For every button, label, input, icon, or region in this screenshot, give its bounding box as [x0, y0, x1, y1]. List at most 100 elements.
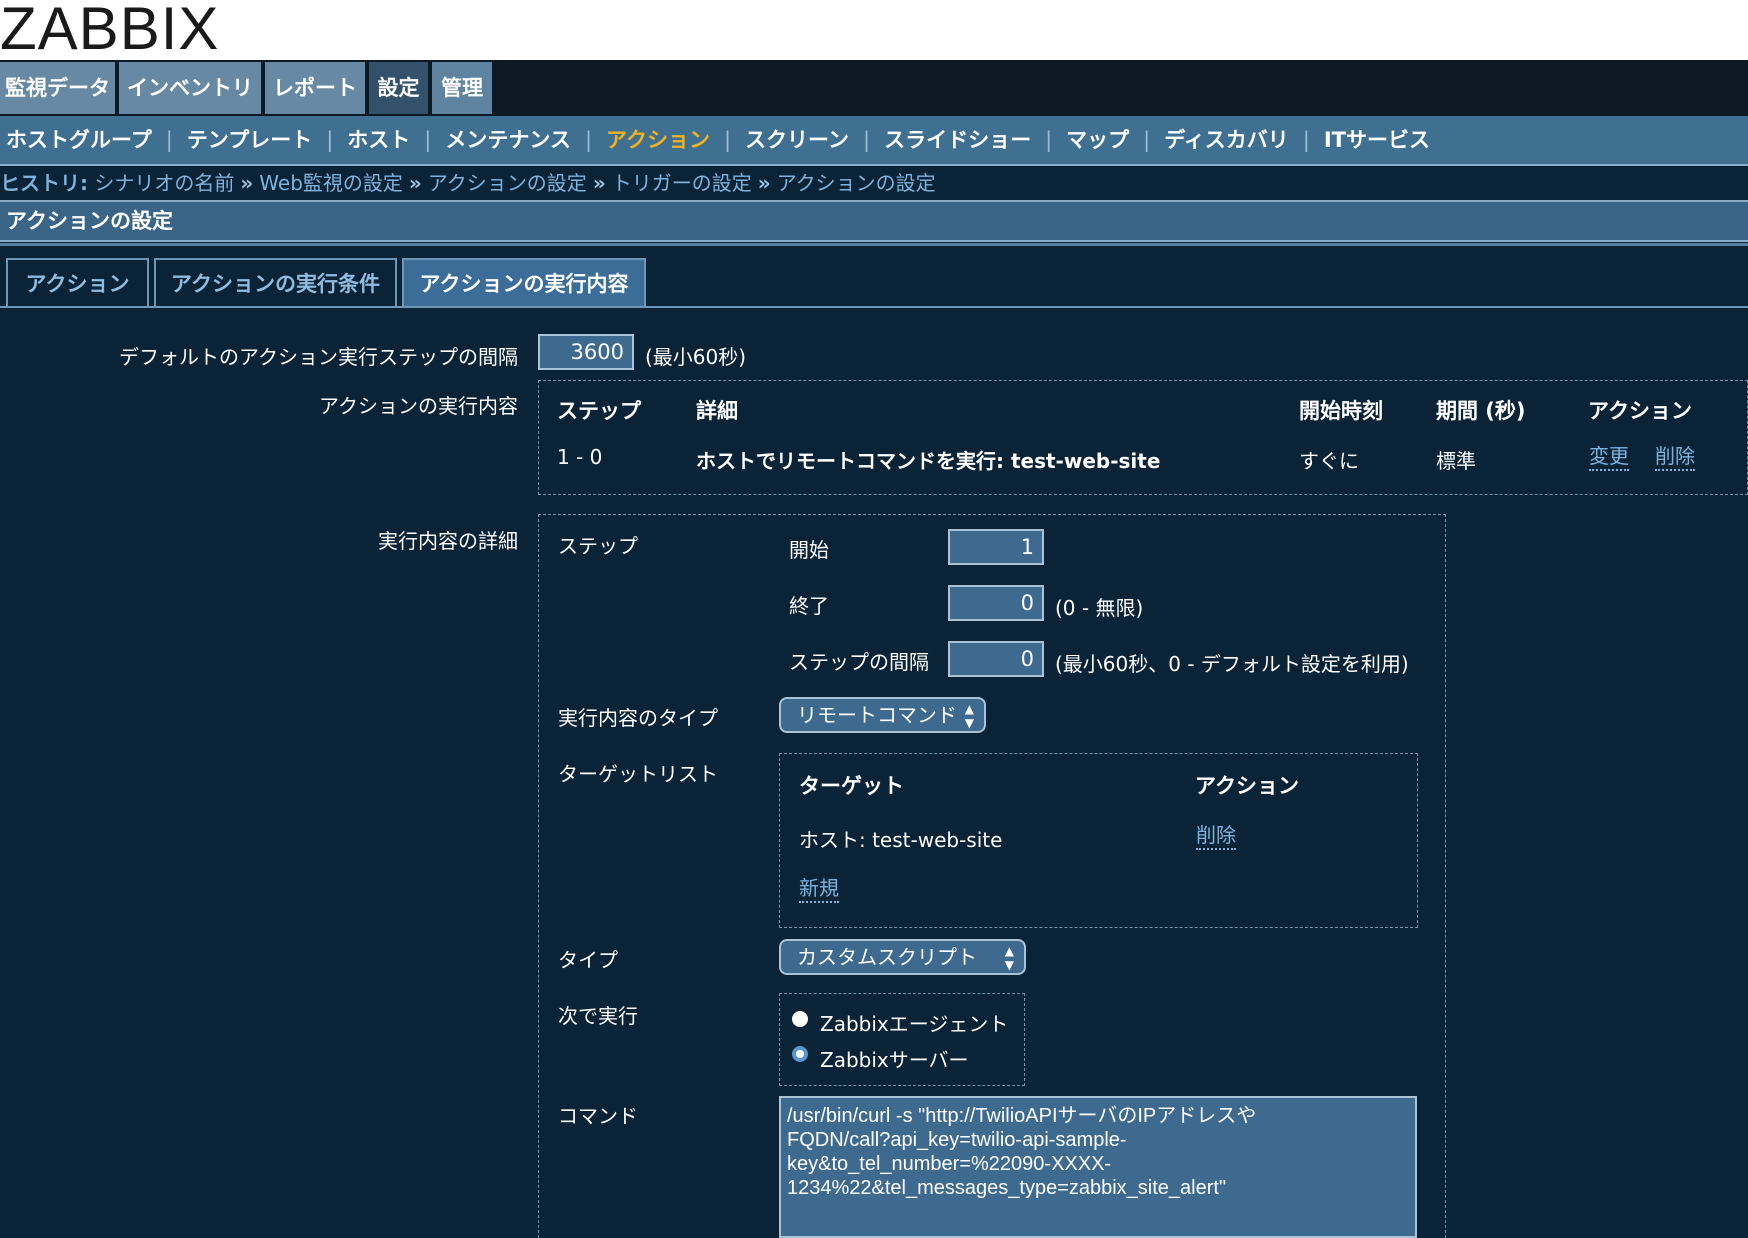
step-to-hint: (0 - 無限)	[1055, 596, 1144, 620]
command-line: 1234%22&tel_messages_type=zabbix_site_al…	[787, 1177, 1227, 1199]
separator: |	[326, 128, 334, 152]
step-interval-label: ステップの間隔	[789, 650, 929, 674]
breadcrumb-item[interactable]: アクションの設定	[777, 171, 936, 195]
target-column-header: ターゲット	[799, 774, 904, 798]
target-host: ホスト: test-web-site	[799, 828, 1003, 852]
command-textarea[interactable]: /usr/bin/curl -s "http://TwilioAPIサーバのIP…	[779, 1096, 1417, 1238]
target-list-box: ターゲット アクション ホスト: test-web-site 削除 新規	[779, 753, 1418, 928]
separator: |	[1143, 128, 1151, 152]
radio-zabbix-agent[interactable]	[792, 1011, 808, 1027]
sub-menu-templates[interactable]: テンプレート	[187, 128, 312, 152]
breadcrumb-separator: »	[408, 171, 422, 195]
header-logo-bar: ZABBIX	[0, 0, 1748, 63]
column-header-start: 開始時刻	[1299, 399, 1383, 423]
target-list-label: ターゲットリスト	[558, 762, 718, 786]
separator: |	[584, 128, 593, 152]
separator: |	[165, 128, 173, 152]
default-step-label: デフォルトのアクション実行ステップの間隔	[119, 345, 518, 369]
command-line: /usr/bin/curl -s "http://TwilioAPIサーバのIP…	[787, 1105, 1257, 1127]
breadcrumb-item[interactable]: アクションの設定	[428, 171, 587, 195]
select-arrows-icon: ▲ ▼	[964, 702, 974, 730]
column-header-step: ステップ	[557, 399, 641, 423]
execute-on-label: 次で実行	[558, 1004, 638, 1028]
zabbix-logo[interactable]: ZABBIX	[0, 0, 219, 63]
operation-step: 1 - 0	[557, 445, 603, 469]
column-header-duration: 期間 (秒)	[1436, 399, 1526, 423]
execute-on-box: Zabbixエージェント Zabbixサーバー	[779, 993, 1025, 1086]
command-label: コマンド	[558, 1104, 638, 1128]
separator: |	[863, 128, 871, 152]
main-menu-administration[interactable]: 管理	[432, 62, 492, 114]
main-menu: 監視データ インベントリ レポート 設定 管理	[0, 60, 1748, 116]
delete-target-link[interactable]: 削除	[1196, 822, 1236, 850]
column-header-action: アクション	[1588, 399, 1692, 423]
command-line: key&to_tel_number=%22090-XXXX-	[787, 1153, 1112, 1175]
radio-zabbix-server-label[interactable]: Zabbixサーバー	[820, 1044, 969, 1073]
operation-type-select[interactable]: リモートコマンド ▲ ▼	[779, 697, 986, 733]
breadcrumb-item[interactable]: Web監視の設定	[259, 171, 403, 195]
step-label: ステップ	[558, 534, 638, 558]
sub-menu-it-services[interactable]: ITサービス	[1324, 128, 1430, 152]
operation-type-label: 実行内容のタイプ	[558, 706, 718, 730]
edit-operation-link[interactable]: 変更	[1589, 443, 1629, 471]
sub-menu-discovery[interactable]: ディスカバリ	[1164, 128, 1289, 152]
sub-menu-maps[interactable]: マップ	[1066, 128, 1129, 152]
new-target-link[interactable]: 新規	[799, 875, 839, 903]
delete-operation-link[interactable]: 削除	[1655, 443, 1695, 471]
sub-menu-hosts[interactable]: ホスト	[347, 128, 410, 152]
operation-start: すぐに	[1299, 449, 1359, 473]
separator: |	[1045, 128, 1053, 152]
operation-detail: ホストでリモートコマンドを実行: test-web-site	[696, 449, 1161, 473]
breadcrumb: ヒストリ: シナリオの名前» Web監視の設定» アクションの設定» トリガーの設定»…	[0, 166, 1748, 200]
default-step-input[interactable]: 3600	[538, 334, 634, 370]
breadcrumb-item[interactable]: トリガーの設定	[612, 171, 752, 195]
tab-action[interactable]: アクション	[6, 258, 149, 306]
operations-label: アクションの実行内容	[319, 394, 518, 418]
sub-menu-slide-shows[interactable]: スライドショー	[884, 128, 1031, 152]
select-arrows-icon: ▲ ▼	[1004, 944, 1014, 972]
separator: |	[1302, 128, 1310, 152]
step-interval-input[interactable]: 0	[948, 641, 1044, 677]
operation-details-label: 実行内容の詳細	[378, 529, 518, 553]
step-interval-hint: (最小60秒、0 - デフォルト設定を利用)	[1055, 652, 1409, 676]
main-menu-configuration[interactable]: 設定	[369, 62, 428, 114]
sub-menu-list: ホストグループ | テンプレート | ホスト | メンテナンス | アクション | スクリーン | スラ…	[6, 116, 1430, 164]
target-action-column-header: アクション	[1195, 774, 1299, 798]
tab-conditions[interactable]: アクションの実行条件	[154, 258, 397, 306]
history-label: ヒストリ:	[0, 171, 88, 195]
default-step-hint: (最小60秒)	[645, 345, 747, 369]
page-title: アクションの設定	[6, 209, 173, 233]
main-menu-reports[interactable]: レポート	[265, 62, 365, 114]
breadcrumb-separator: »	[592, 171, 606, 195]
main-menu-monitoring[interactable]: 監視データ	[0, 62, 115, 114]
breadcrumb-item[interactable]: シナリオの名前	[94, 171, 234, 195]
breadcrumb-separator: »	[757, 171, 771, 195]
type-label: タイプ	[558, 948, 618, 972]
sub-menu-actions[interactable]: アクション	[606, 128, 710, 152]
operations-table: ステップ 詳細 開始時刻 期間 (秒) アクション 1 - 0 ホストでリモート…	[538, 380, 1748, 495]
operation-type-value: リモートコマンド	[797, 703, 957, 727]
step-from-input[interactable]: 1	[948, 529, 1044, 565]
type-select[interactable]: カスタムスクリプト ▲ ▼	[779, 939, 1026, 975]
tab-operations[interactable]: アクションの実行内容	[402, 258, 646, 306]
divider	[0, 243, 1748, 246]
sub-menu: ホストグループ | テンプレート | ホスト | メンテナンス | アクション | スクリーン | スラ…	[0, 116, 1748, 166]
radio-zabbix-agent-label[interactable]: Zabbixエージェント	[820, 1008, 1008, 1037]
main-menu-inventory[interactable]: インベントリ	[119, 62, 261, 114]
breadcrumb-separator: »	[240, 171, 254, 195]
step-to-label: 終了	[789, 594, 829, 618]
sub-menu-screens[interactable]: スクリーン	[745, 128, 849, 152]
radio-zabbix-server[interactable]	[792, 1046, 808, 1062]
operation-duration: 標準	[1436, 449, 1476, 473]
step-from-label: 開始	[789, 538, 829, 562]
form-tabs: アクション アクションの実行条件 アクションの実行内容	[0, 252, 1748, 308]
sub-menu-maintenance[interactable]: メンテナンス	[445, 128, 571, 152]
page-title-bar: アクションの設定	[0, 200, 1748, 242]
sub-menu-host-groups[interactable]: ホストグループ	[6, 128, 152, 152]
type-value: カスタムスクリプト	[797, 945, 977, 969]
step-to-input[interactable]: 0	[948, 585, 1044, 621]
command-line: FQDN/call?api_key=twilio-api-sample-	[787, 1129, 1127, 1151]
separator: |	[723, 128, 732, 152]
separator: |	[424, 128, 432, 152]
column-header-details: 詳細	[696, 399, 738, 423]
